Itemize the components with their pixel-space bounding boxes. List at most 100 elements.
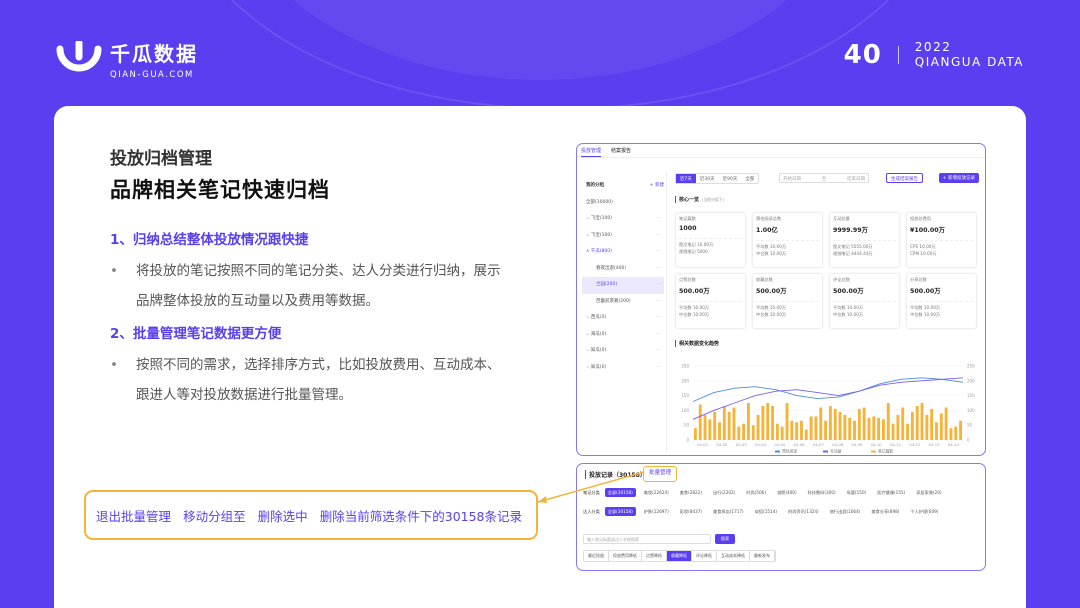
chart-bar <box>761 405 765 440</box>
chart-bar <box>814 416 818 440</box>
filter-chip[interactable]: 家居家装(20) <box>913 488 944 497</box>
chart-bar <box>939 413 943 440</box>
sort-option[interactable]: 点赞降低 <box>642 551 667 561</box>
sort-option[interactable]: 投放费用降低 <box>609 551 642 561</box>
brand-name: 千瓜数据 <box>110 42 198 66</box>
chart-bar <box>698 404 702 440</box>
metric-value: ¥100.00万 <box>910 227 945 234</box>
filter-chip[interactable]: 时尚(506) <box>743 488 769 497</box>
chart-bar <box>838 411 842 440</box>
period-option[interactable]: 近90天 <box>719 174 742 183</box>
metric-card: 评论总数 500.00万 平均数 10.00万 中位数 10.00万 <box>829 273 900 329</box>
sidebar-item[interactable]: ⌵ 知瓜(0) ··· <box>582 360 664 377</box>
filter-chip[interactable]: 出行(2202) <box>710 488 738 497</box>
chart-bar <box>742 423 746 440</box>
page-year: 2022 <box>914 40 952 54</box>
new-group-button[interactable]: + 新建 <box>650 178 664 195</box>
sidebar-item[interactable]: ⌵ 飞宝(100) ··· <box>582 211 664 228</box>
filter-chip[interactable]: 美食(2822) <box>677 488 705 497</box>
filter-chip[interactable]: 美妆(22624) <box>641 488 672 497</box>
metric-value: 1.00亿 <box>756 227 778 234</box>
x-tick-label: 04-07 <box>813 442 825 447</box>
point-1-heading: 1、归纳总结整体投放情况跟快捷 <box>110 232 309 248</box>
period-option[interactable]: 全部 <box>741 174 758 183</box>
filter-chip[interactable]: 科技数码(300) <box>805 488 839 497</box>
filter-chip[interactable]: 穿搭(1514) <box>752 507 780 516</box>
tab-report[interactable]: 结案报告 <box>611 147 631 157</box>
sidebar-item[interactable]: 芭蕾前景奢(200) ··· <box>582 294 664 311</box>
sidebar-item-active[interactable]: 兰园(200) ··· <box>582 277 664 294</box>
metric-value: 500.00万 <box>756 288 787 295</box>
y-tick-label: 50 <box>967 423 973 428</box>
x-tick-label: 04-11 <box>890 442 902 447</box>
exit-batch-button[interactable]: 退出批量管理 <box>96 506 171 525</box>
metric-value: 500.00万 <box>910 288 941 295</box>
batch-manage-button[interactable]: 批量管理 <box>643 466 677 482</box>
metric-sub: 平均数 10.00万 <box>833 305 864 310</box>
chart-bar <box>828 405 832 440</box>
sidebar-item[interactable]: ⌵ 知瓜(0) ··· <box>582 343 664 360</box>
sidebar-item[interactable]: ⌵ 海瓜(0) ··· <box>582 327 664 344</box>
delete-selected-button[interactable]: 删除选中 <box>258 506 308 525</box>
filter-chip[interactable]: 母婴(150) <box>844 488 870 497</box>
sort-option[interactable]: 最新发布 <box>750 551 775 561</box>
chart-bar <box>790 420 794 440</box>
search-button[interactable]: 搜索 <box>715 534 735 544</box>
batch-actions-callout: 退出批量管理 移动分组至 删除选中 删除当前筛选条件下的30158条记录 <box>84 490 538 540</box>
metric-value: 500.00万 <box>679 288 710 295</box>
background-arc-outline <box>180 0 940 110</box>
period-option[interactable]: 近30天 <box>696 174 719 183</box>
y-tick-label: 50 <box>684 423 690 428</box>
metric-label: 互动总量 <box>833 216 850 221</box>
trend-chart: 0 0 50 50 100 100 150 150 200 200 250 250 04-01 04-02… <box>681 364 975 454</box>
chart-bar <box>954 426 958 440</box>
filter-chip[interactable]: 医疗健康(155) <box>874 488 908 497</box>
generate-report-button[interactable]: 生成结案报告 <box>886 173 923 183</box>
core-overview-title: 核心一览 (当前分组下) <box>675 196 724 203</box>
metric-card: 预估阅读总数 1.00亿 平均数 10.00万 中位数 10.00万 <box>752 212 823 268</box>
sidebar-item[interactable]: ⌵ 西瓜(0) ··· <box>582 310 664 327</box>
sidebar-item[interactable]: ⌵ 飞宝(100) ··· <box>582 228 664 245</box>
chart-bar <box>944 407 948 440</box>
move-group-button[interactable]: 移动分组至 <box>183 506 246 525</box>
sort-option[interactable]: 最近投放 <box>584 551 609 561</box>
filter-chip[interactable]: 全部(30158) <box>604 488 636 497</box>
period-option[interactable]: 近7天 <box>676 174 696 183</box>
filter-chip[interactable]: 美食分享(898) <box>868 507 902 516</box>
metric-label: 预估阅读总数 <box>756 216 782 221</box>
sidebar-item[interactable]: 全部(10000) <box>582 195 664 212</box>
filter-chip[interactable]: 护肤(12697) <box>641 507 672 516</box>
sidebar-item[interactable]: 春夜出遊(400) ··· <box>582 261 664 278</box>
date-range-picker[interactable]: 开始日期至结束日期 <box>779 173 869 183</box>
filter-chip[interactable]: 美食探店(1717) <box>710 507 747 516</box>
sort-option[interactable]: 评论降低 <box>692 551 717 561</box>
tab-delivery[interactable]: 投放管理 <box>581 147 602 157</box>
filter-chip[interactable]: 全部(30158) <box>604 507 636 516</box>
delete-filtered-button[interactable]: 删除当前筛选条件下的30158条记录 <box>320 506 522 525</box>
chart-bar <box>775 423 779 440</box>
y-tick-label: 250 <box>681 364 689 369</box>
sort-option[interactable]: 互动成本降低 <box>717 551 750 561</box>
metric-sub: 中位数 10.00万 <box>756 251 787 256</box>
x-tick-label: 04-01 <box>697 442 709 447</box>
series-line-read <box>692 377 964 402</box>
add-record-button[interactable]: + 新增投放记录 <box>938 173 979 183</box>
chart-bar <box>800 420 803 440</box>
chart-bar <box>819 407 823 440</box>
logo-icon <box>56 41 102 72</box>
filter-chip[interactable]: 旅行出游(1064) <box>827 507 864 516</box>
chart-bar <box>824 420 828 440</box>
sidebar-item[interactable]: ∧ 千瓜(800) ··· <box>582 244 664 261</box>
filter-chip[interactable]: 个人护理(609) <box>907 507 941 516</box>
filter-chip[interactable]: 彩妆(8437) <box>677 507 705 516</box>
filter-chip[interactable]: 时尚资讯(1324) <box>785 507 822 516</box>
filter-chip[interactable]: 减肥(400) <box>774 488 800 497</box>
y-tick-label: 0 <box>967 438 970 443</box>
search-input[interactable]: 输入笔记标题或达人名称搜索 <box>583 534 711 544</box>
y-tick-label: 100 <box>681 408 689 413</box>
legend-label: 互动量 <box>830 449 842 454</box>
metric-sub: 视频笔记 4444.44万 <box>833 251 873 256</box>
sort-option[interactable]: 收藏降低 <box>667 551 692 561</box>
y-tick-label: 150 <box>681 393 689 398</box>
chart-bar <box>910 411 914 440</box>
